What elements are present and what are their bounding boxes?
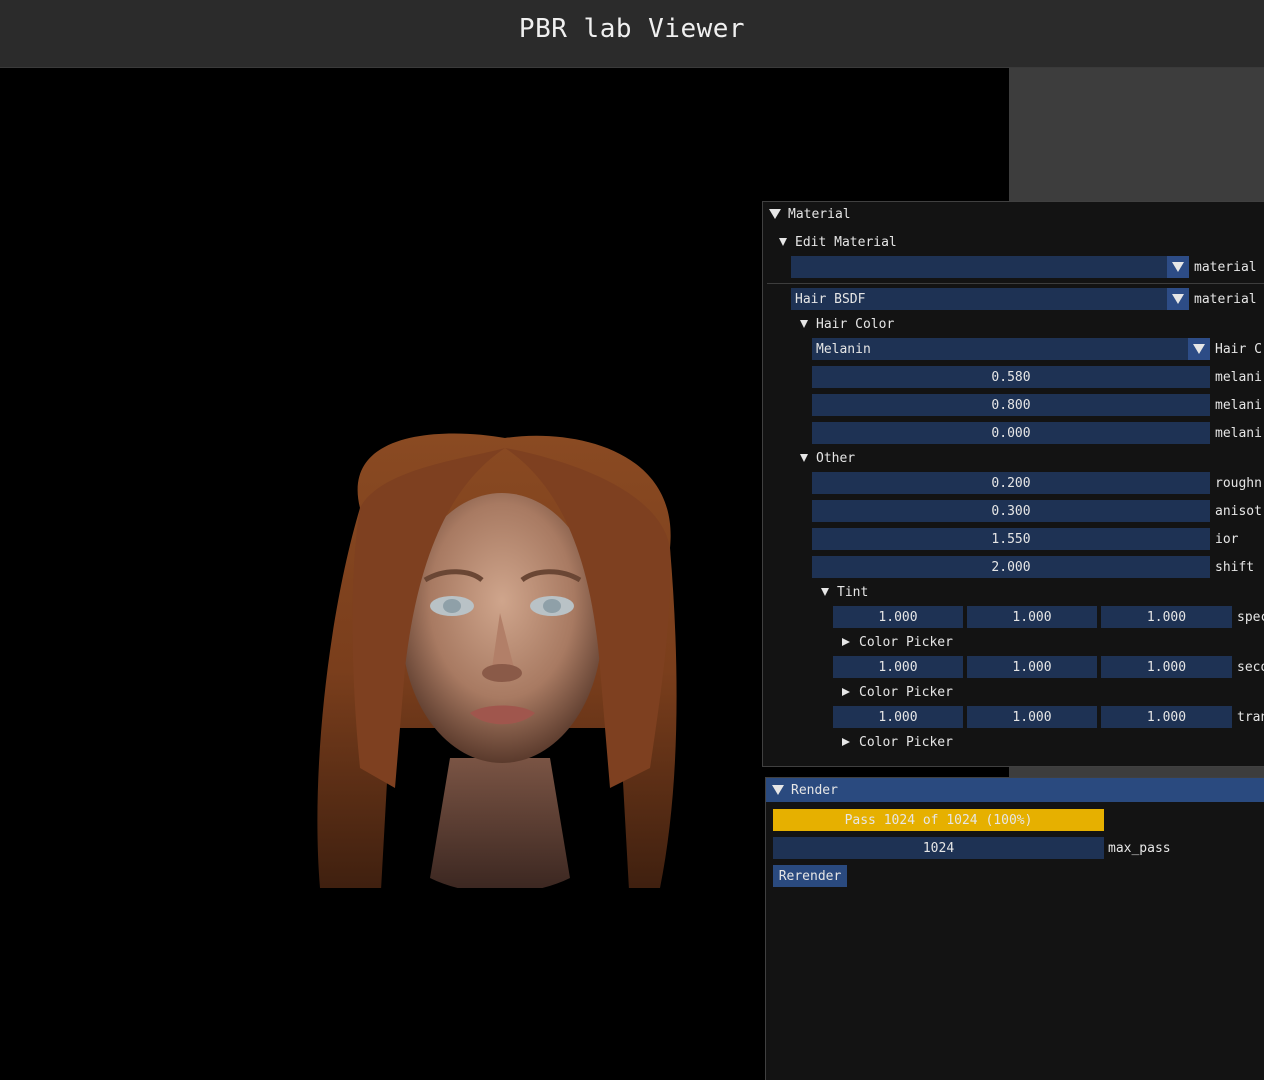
color-picker-label: Color Picker — [859, 634, 953, 650]
color-picker-label: Color Picker — [859, 684, 953, 700]
shift-label: shift — [1215, 559, 1255, 575]
expand-triangle-icon[interactable] — [842, 638, 850, 646]
other-label: Other — [816, 450, 856, 466]
render-panel-title: Render — [791, 782, 838, 798]
transmission-tint-r-input[interactable]: 1.000 — [833, 706, 963, 728]
roughness-label: roughn — [1215, 475, 1262, 491]
render-panel-header[interactable]: Render — [766, 778, 1264, 802]
melanin-label: melani — [1215, 369, 1262, 385]
ior-input[interactable]: 1.550 — [812, 528, 1210, 550]
transmission-tint-g-input[interactable]: 1.000 — [967, 706, 1097, 728]
hair-color-mode-select[interactable]: Melanin — [812, 338, 1210, 360]
tint-node[interactable]: Tint — [821, 581, 868, 603]
material-select-label: material — [1194, 259, 1257, 275]
transmission-tint-label: tran — [1237, 709, 1264, 725]
material-panel-title: Material — [788, 206, 851, 222]
separator — [767, 283, 1264, 284]
dropdown-arrow-icon[interactable] — [1167, 256, 1189, 278]
color-picker-node[interactable]: Color Picker — [842, 631, 953, 653]
collapse-triangle-icon[interactable] — [800, 320, 808, 328]
collapse-triangle-icon[interactable] — [779, 238, 787, 246]
material-type-label: material — [1194, 291, 1257, 307]
melanin-redness-label: melani — [1215, 397, 1262, 413]
color-picker-label: Color Picker — [859, 734, 953, 750]
secondary-tint-r-input[interactable]: 1.000 — [833, 656, 963, 678]
melanin-randomize-label: melani — [1215, 425, 1262, 441]
melanin-redness-input[interactable]: 0.800 — [812, 394, 1210, 416]
anisotropy-label: anisot — [1215, 503, 1262, 519]
edit-material-label: Edit Material — [795, 234, 897, 250]
material-type-select[interactable]: Hair BSDF — [791, 288, 1189, 310]
melanin-randomize-input[interactable]: 0.000 — [812, 422, 1210, 444]
secondary-tint-label: seco — [1237, 659, 1264, 675]
specular-tint-b-input[interactable]: 1.000 — [1101, 606, 1232, 628]
secondary-tint-g-input[interactable]: 1.000 — [967, 656, 1097, 678]
collapse-triangle-icon[interactable] — [800, 454, 808, 462]
hair-color-node[interactable]: Hair Color — [800, 313, 894, 335]
collapse-triangle-icon[interactable] — [821, 588, 829, 596]
melanin-input[interactable]: 0.580 — [812, 366, 1210, 388]
specular-tint-label: spec — [1237, 609, 1264, 625]
progress-text: Pass 1024 of 1024 (100%) — [844, 812, 1033, 828]
material-type-value: Hair BSDF — [795, 291, 866, 307]
tint-label: Tint — [837, 584, 869, 600]
ior-label: ior — [1215, 531, 1239, 547]
collapse-triangle-icon[interactable] — [772, 785, 784, 795]
hair-color-mode-value: Melanin — [816, 341, 871, 357]
edit-material-node[interactable]: Edit Material — [779, 231, 897, 253]
window-title: PBR lab Viewer — [518, 14, 746, 44]
material-panel-header[interactable]: Material — [763, 202, 1264, 226]
rerender-button[interactable]: Rerender — [773, 865, 847, 887]
material-select[interactable] — [791, 256, 1189, 278]
expand-triangle-icon[interactable] — [842, 738, 850, 746]
secondary-tint-b-input[interactable]: 1.000 — [1101, 656, 1232, 678]
color-picker-node[interactable]: Color Picker — [842, 681, 953, 703]
hair-color-label: Hair Color — [816, 316, 895, 332]
max-pass-label: max_pass — [1108, 840, 1171, 856]
anisotropy-input[interactable]: 0.300 — [812, 500, 1210, 522]
transmission-tint-b-input[interactable]: 1.000 — [1101, 706, 1232, 728]
other-node[interactable]: Other — [800, 447, 855, 469]
window-titlebar: PBR lab Viewer — [0, 0, 1264, 68]
color-picker-node[interactable]: Color Picker — [842, 731, 953, 753]
roughness-input[interactable]: 0.200 — [812, 472, 1210, 494]
dropdown-arrow-icon[interactable] — [1188, 338, 1210, 360]
specular-tint-r-input[interactable]: 1.000 — [833, 606, 963, 628]
specular-tint-g-input[interactable]: 1.000 — [967, 606, 1097, 628]
dropdown-arrow-icon[interactable] — [1167, 288, 1189, 310]
render-progress-bar: Pass 1024 of 1024 (100%) — [773, 809, 1104, 831]
shift-input[interactable]: 2.000 — [812, 556, 1210, 578]
render-panel: Render Pass 1024 of 1024 (100%) 1024 max… — [765, 777, 1264, 1080]
max-pass-input[interactable]: 1024 — [773, 837, 1104, 859]
collapse-triangle-icon[interactable] — [769, 209, 781, 219]
expand-triangle-icon[interactable] — [842, 688, 850, 696]
hair-color-mode-label: Hair C — [1215, 341, 1262, 357]
rendered-portrait — [317, 433, 677, 888]
material-panel: Material Edit Material material Hair BSD… — [762, 201, 1264, 767]
